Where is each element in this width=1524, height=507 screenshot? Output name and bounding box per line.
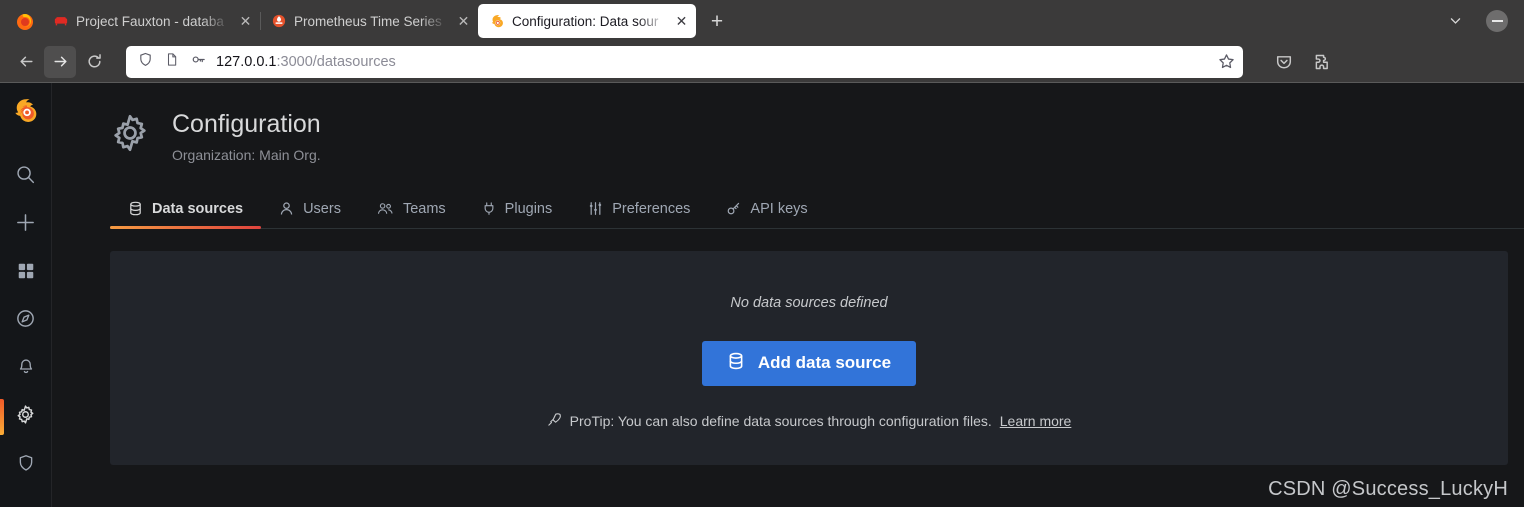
sidebar-item-configuration[interactable] bbox=[0, 393, 52, 441]
tab-label: Data sources bbox=[152, 200, 244, 217]
new-tab-button[interactable]: + bbox=[702, 6, 732, 36]
firefox-logo-icon bbox=[8, 0, 42, 41]
tab-title: Configuration: Data sour bbox=[512, 13, 659, 29]
database-icon bbox=[128, 201, 143, 216]
grafana-app: Configuration Organization: Main Org. Da… bbox=[0, 83, 1524, 507]
learn-more-link[interactable]: Learn more bbox=[1000, 413, 1072, 429]
plus-icon bbox=[15, 212, 36, 238]
tab-close-icon[interactable]: ✕ bbox=[673, 13, 690, 30]
tab-label: Teams bbox=[402, 200, 446, 217]
url-bar[interactable]: 127.0.0.1:3000/datasources bbox=[126, 45, 1243, 78]
tab-separator bbox=[260, 12, 261, 30]
search-icon bbox=[15, 164, 36, 190]
sidebar-item-dashboards[interactable] bbox=[0, 249, 52, 297]
couchdb-icon bbox=[53, 13, 69, 29]
shield-icon[interactable] bbox=[138, 52, 153, 72]
shield-icon bbox=[16, 453, 36, 478]
extensions-puzzle-icon[interactable] bbox=[1307, 47, 1337, 77]
tab-close-icon[interactable]: ✕ bbox=[237, 13, 254, 30]
browser-window: Project Fauxton - databa ✕ Prometheus Ti… bbox=[0, 0, 1524, 507]
tab-teams[interactable]: Teams bbox=[359, 193, 464, 228]
grafana-icon bbox=[489, 13, 505, 29]
bell-icon bbox=[16, 357, 36, 382]
gear-icon bbox=[110, 113, 150, 158]
tab-users[interactable]: Users bbox=[261, 193, 359, 228]
settings-tabs: Data sources Users Teams Plugins Prefere… bbox=[110, 193, 1524, 229]
compass-icon bbox=[15, 308, 36, 334]
sidebar-item-alerting[interactable] bbox=[0, 345, 52, 393]
forward-button[interactable] bbox=[44, 45, 76, 78]
rocket-icon bbox=[547, 412, 562, 430]
sliders-icon bbox=[588, 201, 603, 216]
reload-button[interactable] bbox=[78, 46, 110, 78]
sidebar-item-explore[interactable] bbox=[0, 297, 52, 345]
toolbar-right-icons bbox=[1253, 47, 1337, 77]
sidebar-item-server-admin[interactable] bbox=[0, 441, 52, 489]
page-title: Configuration bbox=[172, 110, 321, 138]
url-host: 127.0.0.1 bbox=[216, 53, 277, 70]
tab-title: Project Fauxton - databa bbox=[76, 13, 224, 29]
tab-strip: Project Fauxton - databa ✕ Prometheus Ti… bbox=[0, 0, 1524, 41]
grafana-logo-icon[interactable] bbox=[8, 93, 44, 129]
plug-icon bbox=[482, 201, 496, 216]
add-data-source-button[interactable]: Add data source bbox=[701, 340, 917, 386]
sidebar bbox=[0, 83, 52, 507]
protip-row: ProTip: You can also define data sources… bbox=[547, 412, 1072, 430]
tab-title: Prometheus Time Series bbox=[294, 13, 442, 29]
browser-tab[interactable]: Project Fauxton - databa ✕ bbox=[42, 4, 260, 38]
browser-tab[interactable]: Prometheus Time Series ✕ bbox=[260, 4, 478, 38]
user-icon bbox=[279, 201, 294, 216]
database-icon bbox=[727, 352, 745, 375]
browser-tab-active[interactable]: Configuration: Data sour ✕ bbox=[478, 4, 696, 38]
tab-data-sources[interactable]: Data sources bbox=[110, 193, 262, 229]
url-indicator-icons bbox=[138, 52, 206, 72]
gear-icon bbox=[15, 404, 36, 430]
page-header-text: Configuration Organization: Main Org. bbox=[172, 110, 321, 163]
empty-state-message: No data sources defined bbox=[730, 294, 888, 311]
back-button[interactable] bbox=[10, 46, 42, 78]
page-header: Configuration Organization: Main Org. bbox=[52, 83, 1524, 163]
tab-plugins[interactable]: Plugins bbox=[464, 193, 571, 228]
add-data-source-label: Add data source bbox=[757, 353, 892, 372]
data-sources-empty-panel: No data sources defined Add data source bbox=[110, 250, 1508, 465]
tab-api-keys[interactable]: API keys bbox=[708, 193, 825, 228]
page-info-icon[interactable] bbox=[165, 52, 179, 72]
protip-text: ProTip: You can also define data sources… bbox=[569, 412, 992, 429]
tab-close-icon[interactable]: ✕ bbox=[455, 13, 472, 30]
tab-label: Plugins bbox=[504, 200, 553, 217]
sidebar-item-search[interactable] bbox=[0, 153, 52, 201]
bookmark-star-icon[interactable] bbox=[1218, 53, 1235, 70]
watermark: CSDN @Success_LuckyH bbox=[1268, 478, 1508, 500]
panel-wrapper: No data sources defined Add data source bbox=[52, 229, 1524, 507]
tab-preferences[interactable]: Preferences bbox=[570, 193, 708, 228]
url-text[interactable]: 127.0.0.1:3000/datasources bbox=[216, 54, 1208, 70]
window-controls bbox=[1432, 0, 1524, 41]
permissions-key-icon[interactable] bbox=[191, 52, 206, 72]
tab-list-chevron-down-icon[interactable] bbox=[1432, 0, 1478, 41]
users-icon bbox=[377, 201, 394, 216]
page-subtitle: Organization: Main Org. bbox=[172, 146, 321, 163]
pocket-save-icon[interactable] bbox=[1269, 47, 1299, 77]
sidebar-item-create[interactable] bbox=[0, 201, 52, 249]
minimize-button[interactable] bbox=[1478, 0, 1524, 41]
grid-apps-icon bbox=[16, 261, 36, 286]
prometheus-icon bbox=[271, 13, 287, 29]
tab-label: Preferences bbox=[612, 200, 691, 217]
key-icon bbox=[726, 201, 741, 216]
url-path: :3000/datasources bbox=[276, 53, 396, 70]
tab-label: API keys bbox=[750, 200, 808, 217]
navigation-toolbar: 127.0.0.1:3000/datasources bbox=[0, 41, 1524, 83]
tab-label: Users bbox=[303, 200, 341, 217]
page-content: Configuration Organization: Main Org. Da… bbox=[52, 83, 1524, 507]
